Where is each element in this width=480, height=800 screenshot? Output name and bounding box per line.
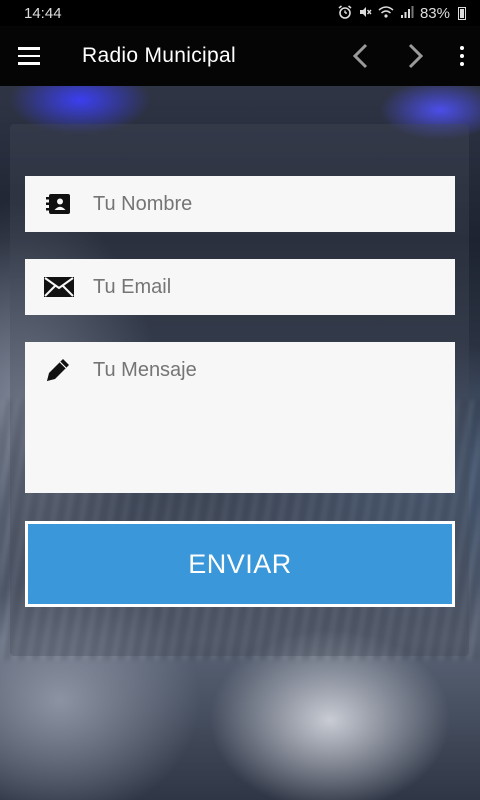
- mute-icon: [358, 5, 372, 22]
- name-input[interactable]: [93, 176, 443, 232]
- chevron-right-icon[interactable]: [388, 26, 444, 86]
- alarm-icon: [338, 4, 352, 22]
- status-time: 14:44: [24, 4, 62, 22]
- contact-card-icon: [25, 176, 93, 232]
- wifi-icon: [378, 5, 394, 22]
- envelope-icon: [25, 259, 93, 315]
- pencil-icon: [25, 342, 93, 398]
- status-icons: 83%: [338, 5, 466, 22]
- send-button[interactable]: ENVIAR: [25, 521, 455, 607]
- menu-icon[interactable]: [0, 26, 58, 86]
- battery-percent: 83%: [419, 4, 450, 22]
- message-input[interactable]: [93, 342, 443, 482]
- message-field[interactable]: [25, 342, 455, 493]
- signal-icon: [400, 5, 414, 22]
- name-field[interactable]: [25, 176, 455, 232]
- chevron-left-icon[interactable]: [332, 26, 388, 86]
- more-vert-icon[interactable]: [444, 26, 480, 86]
- email-input[interactable]: [93, 259, 443, 315]
- app-title: Radio Municipal: [82, 44, 236, 67]
- battery-icon: [458, 6, 466, 20]
- app-bar: Radio Municipal: [0, 26, 480, 86]
- status-bar: 14:44 83%: [0, 0, 480, 26]
- email-field[interactable]: [25, 259, 455, 315]
